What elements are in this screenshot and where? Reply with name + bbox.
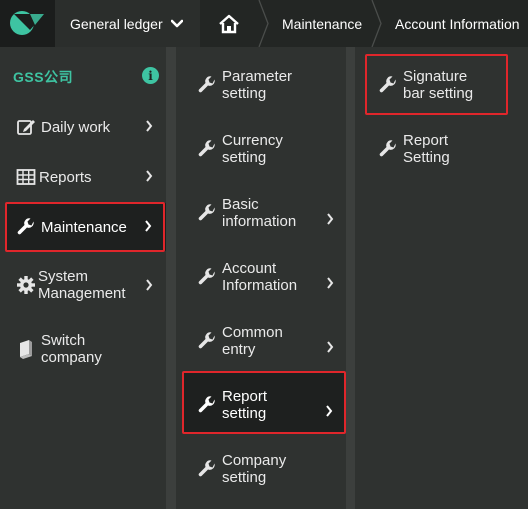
- chevron-right-icon: [325, 405, 333, 417]
- label-line-2: company: [41, 349, 102, 366]
- label-line-1: Company: [222, 452, 287, 469]
- ledger-label: General ledger: [70, 15, 163, 32]
- report-item-label: Report Setting: [403, 132, 450, 166]
- label-line-2: bar setting: [403, 85, 474, 102]
- wrench-icon: [196, 330, 218, 352]
- report-item-label: Signature bar setting: [403, 68, 473, 102]
- sidebar-item-switch-company[interactable]: Switch company: [15, 331, 160, 367]
- sidebar-item-label: Maintenance: [41, 218, 127, 236]
- wrench-icon: [196, 458, 218, 480]
- top-bar: General ledger Maintenance Account Infor…: [0, 0, 528, 47]
- chevron-down-icon: [170, 19, 183, 29]
- sidebar-item-system-management[interactable]: System Management: [15, 267, 160, 303]
- label-line-2: information: [222, 213, 297, 230]
- submenu-item-label: Report setting: [222, 388, 267, 422]
- label-line-1: Account: [222, 260, 277, 277]
- report-item-report-setting[interactable]: Report Setting: [377, 131, 502, 167]
- submenu-item-label: Account Information: [222, 260, 297, 294]
- sidebar-scrollbar[interactable]: [166, 47, 176, 509]
- chevron-right-icon: [145, 170, 153, 182]
- chevron-right-icon: [144, 220, 152, 232]
- label-line-2: setting: [222, 85, 267, 102]
- sidebar-item-label: Switch company: [41, 332, 102, 366]
- breadcrumb-account-information[interactable]: Account Information: [395, 0, 520, 47]
- label-line-1: Common: [222, 324, 283, 341]
- label-line-2: setting: [222, 405, 267, 422]
- label-line-2: setting: [222, 149, 267, 166]
- label-line-2: entry: [222, 341, 256, 358]
- label-line-1: Basic: [222, 196, 259, 213]
- submenu-item-currency-setting[interactable]: Currency setting: [196, 131, 336, 167]
- wrench-icon: [377, 138, 399, 160]
- submenu-item-label: Parameter setting: [222, 68, 292, 102]
- breadcrumb-separator: [371, 0, 382, 47]
- report-setting-submenu: [355, 47, 528, 509]
- report-item-signature-bar-setting[interactable]: Signature bar setting: [377, 67, 502, 103]
- app-logo[interactable]: [0, 0, 55, 47]
- wrench-icon: [377, 74, 399, 96]
- submenu-item-account-information[interactable]: Account Information: [196, 259, 336, 295]
- label-line-2: Management: [38, 285, 126, 302]
- logo-icon: [10, 11, 44, 35]
- submenu-item-label: Basic information: [222, 196, 296, 230]
- submenu-item-label: Company setting: [222, 452, 286, 486]
- sidebar-item-label: Reports: [39, 168, 92, 186]
- sidebar-item-label: System Management: [38, 268, 126, 302]
- table-icon: [15, 166, 37, 188]
- wrench-icon: [196, 138, 218, 160]
- company-name: GSS公司: [13, 69, 74, 85]
- home-button[interactable]: [200, 0, 258, 47]
- submenu-item-report-setting[interactable]: Report setting: [196, 387, 336, 423]
- wrench-icon: [196, 202, 218, 224]
- wrench-icon: [196, 74, 218, 96]
- sidebar-item-maintenance[interactable]: Maintenance: [15, 216, 160, 238]
- ledger-dropdown[interactable]: General ledger: [55, 0, 200, 47]
- sidebar-item-label: Daily work: [41, 118, 111, 136]
- label-line-2: Setting: [403, 149, 450, 166]
- submenu-item-basic-information[interactable]: Basic information: [196, 195, 336, 231]
- label-line-2: setting: [222, 469, 267, 486]
- submenu-item-label: Common entry: [222, 324, 283, 358]
- sidebar-item-daily-work[interactable]: Daily work: [15, 116, 160, 138]
- label-line-1: Currency: [222, 132, 283, 149]
- submenu-item-label: Currency setting: [222, 132, 283, 166]
- edit-icon: [15, 116, 37, 138]
- chevron-right-icon: [326, 213, 334, 225]
- breadcrumb-maintenance[interactable]: Maintenance: [282, 0, 362, 47]
- label-line-1: Parameter: [222, 68, 293, 85]
- label-line-1: Report: [403, 132, 449, 149]
- label-line-1: Switch: [41, 332, 86, 349]
- book-icon: [15, 338, 37, 360]
- info-icon[interactable]: i: [142, 67, 159, 84]
- chevron-right-icon: [326, 277, 334, 289]
- label-line-2: Information: [222, 277, 298, 294]
- wrench-icon: [196, 394, 218, 416]
- submenu-item-common-entry[interactable]: Common entry: [196, 323, 336, 359]
- submenu-scrollbar[interactable]: [346, 47, 355, 509]
- label-line-1: Signature: [403, 68, 468, 85]
- sidebar-item-reports[interactable]: Reports: [15, 166, 160, 188]
- home-icon: [219, 14, 239, 33]
- label-line-1: System: [38, 268, 89, 285]
- label-line-1: Report: [222, 388, 268, 405]
- chevron-right-icon: [326, 341, 334, 353]
- submenu-item-company-setting[interactable]: Company setting: [196, 451, 336, 487]
- wrench-icon: [196, 266, 218, 288]
- gear-icon: [15, 274, 37, 296]
- chevron-right-icon: [145, 120, 153, 132]
- wrench-icon: [15, 216, 37, 238]
- breadcrumb-separator: [258, 0, 269, 47]
- chevron-right-icon: [145, 279, 153, 291]
- submenu-item-parameter-setting[interactable]: Parameter setting: [196, 67, 336, 103]
